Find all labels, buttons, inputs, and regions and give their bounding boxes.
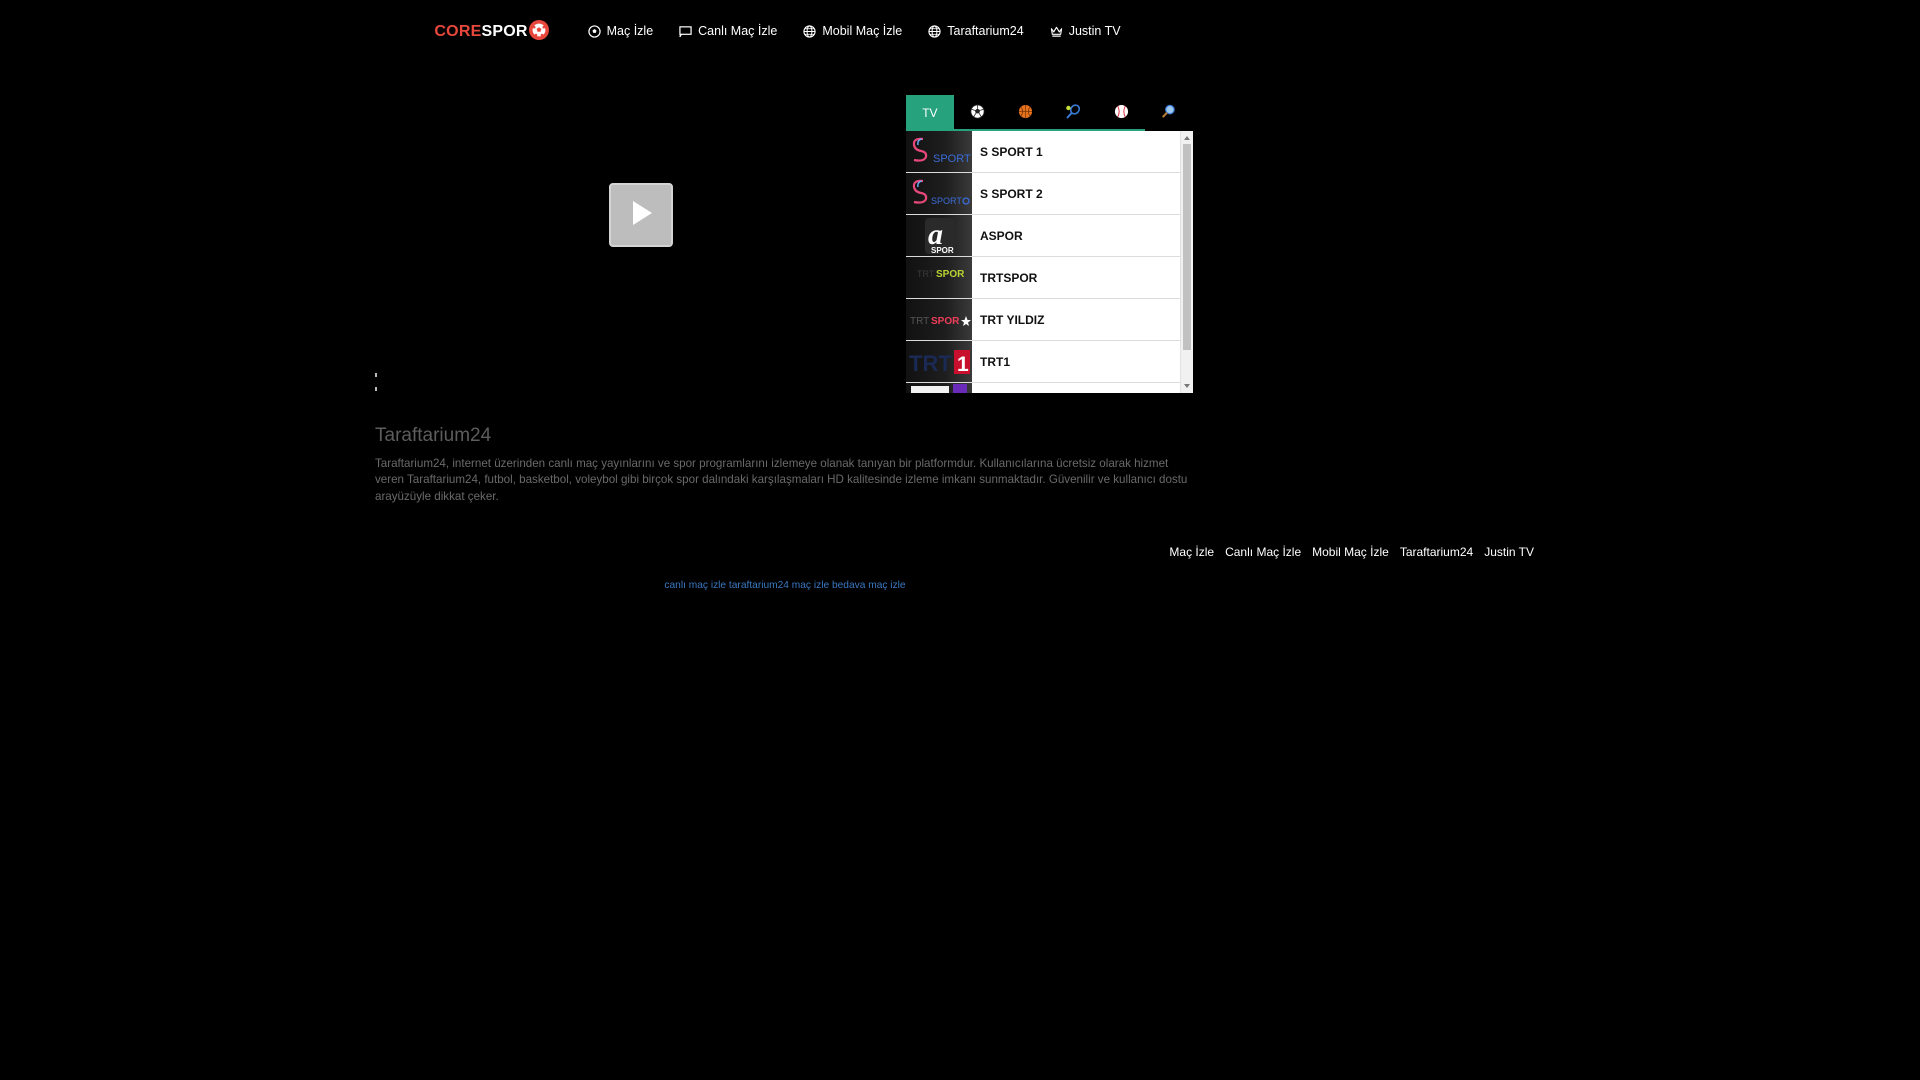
channel-name: ASPOR [980, 228, 1023, 243]
svg-text:TRT: TRT [917, 269, 935, 279]
channel-list[interactable]: SPORT S SPORT 1 SPORT S SPORT 2 a SPOR A… [906, 131, 1180, 393]
tab-tv[interactable]: TV [906, 95, 954, 131]
nav-canli-mac-izle[interactable]: Canlı Maç İzle [679, 24, 777, 38]
s-sport-plus-logo: SPORT [906, 173, 972, 214]
footer-link-taraftarium24[interactable]: Taraftarium24 [1400, 545, 1473, 559]
search-icon [1161, 104, 1176, 122]
svg-text:TRT: TRT [909, 351, 952, 376]
nav-justin-tv[interactable]: Justin TV [1050, 24, 1121, 38]
partial-logo [906, 383, 972, 393]
logo-text-core: CORE [434, 23, 482, 40]
site-logo[interactable]: CORE SPOR [434, 20, 549, 41]
channel-panel: TV SPORT S SPORT 1 SPORT S SPORT 2 a SPO… [906, 95, 1193, 393]
nav-taraftarium24[interactable]: Taraftarium24 [928, 24, 1024, 38]
tennis-icon [1065, 103, 1081, 123]
tab-search[interactable] [1145, 95, 1193, 131]
nav-label: Taraftarium24 [947, 24, 1024, 38]
channel-list-scrollbar[interactable] [1180, 131, 1193, 393]
about-title: Taraftarium24 [375, 425, 492, 446]
video-player[interactable] [375, 95, 905, 393]
svg-text:SPOR: SPOR [931, 316, 960, 327]
a-spor-logo: a SPOR [906, 215, 972, 256]
category-tabs: TV [906, 95, 1193, 131]
play-icon [626, 198, 656, 233]
svg-text:TRT: TRT [910, 316, 929, 327]
tab-football[interactable] [954, 95, 1002, 131]
svg-text:SPORT: SPORT [933, 153, 971, 165]
player-control-mark [375, 387, 377, 391]
nav-label: Maç İzle [606, 24, 654, 38]
channel-name: TRT YILDIZ [980, 312, 1045, 327]
svg-text:1: 1 [957, 353, 969, 376]
trt-spor-yildiz-logo: TRT SPOR [906, 299, 972, 340]
svg-text:SPOR: SPOR [931, 246, 954, 255]
tab-tennis[interactable] [1049, 95, 1097, 131]
footer-nav: Maç İzle Canlı Maç İzle Mobil Maç İzle T… [1169, 545, 1534, 559]
nav-mac-izle[interactable]: Maç İzle [587, 24, 654, 38]
soccer-ball-logo-icon [528, 20, 549, 40]
channel-item-s-sport-1[interactable]: SPORT S SPORT 1 [906, 131, 1180, 173]
about-section: Taraftarium24 Taraftarium24, internet üz… [375, 424, 1190, 505]
crown-icon [1050, 25, 1063, 38]
footer-link-mac-izle[interactable]: Maç İzle [1169, 545, 1214, 559]
nav-mobil-mac-izle[interactable]: Mobil Maç İzle [803, 24, 902, 38]
player-control-mark [375, 373, 377, 377]
footer-link-canli-mac-izle[interactable]: Canlı Maç İzle [1225, 545, 1301, 559]
tab-basketball[interactable] [1002, 95, 1050, 131]
channel-item-trtspor[interactable]: TRT SPOR TRTSPOR [906, 257, 1180, 299]
globe-icon [928, 24, 941, 38]
trt-1-logo: TRT 1 [906, 341, 972, 382]
channel-item-s-sport-2[interactable]: SPORT S SPORT 2 [906, 173, 1180, 215]
soccer-ball-icon [587, 24, 601, 38]
site-header: CORE SPOR Maç İzle Canlı Maç İzle Mobil M [0, 0, 1568, 62]
basketball-icon [1018, 104, 1033, 122]
svg-text:SPORT: SPORT [931, 196, 962, 206]
trt-spor-logo: TRT SPOR [906, 257, 972, 298]
cast-icon [679, 25, 692, 38]
footer-tagline[interactable]: canlı maç izle taraftarium24 maç izle be… [0, 580, 1570, 591]
channel-item-aspor[interactable]: a SPOR ASPOR [906, 215, 1180, 257]
channel-name: TRTSPOR [980, 270, 1038, 285]
nav-label: Justin TV [1068, 24, 1121, 38]
channel-item-trt-yildiz[interactable]: TRT SPOR TRT YILDIZ [906, 299, 1180, 341]
about-text: Taraftarium24, internet üzerinden canlı … [375, 457, 1188, 503]
svg-text:SPOR: SPOR [936, 269, 965, 280]
globe-icon [803, 24, 816, 38]
channel-name: S SPORT 1 [980, 144, 1043, 159]
nav-label: Canlı Maç İzle [698, 24, 778, 38]
baseball-icon [1114, 104, 1129, 122]
channel-name: S SPORT 2 [980, 186, 1043, 201]
s-sport-logo: SPORT [906, 131, 972, 172]
channel-name: TRT1 [980, 354, 1010, 369]
nav-label: Mobil Maç İzle [822, 24, 903, 38]
channel-item-trt1[interactable]: TRT 1 TRT1 [906, 341, 1180, 383]
play-button[interactable] [609, 183, 673, 247]
logo-text-spor: SPOR [481, 23, 528, 40]
footer-link-justin-tv[interactable]: Justin TV [1484, 545, 1534, 559]
tab-baseball[interactable] [1097, 95, 1145, 131]
footer-link-mobil-mac-izle[interactable]: Mobil Maç İzle [1312, 545, 1389, 559]
scroll-up-icon[interactable] [1184, 136, 1190, 140]
scroll-down-icon[interactable] [1184, 384, 1190, 388]
soccer-ball-icon [970, 104, 985, 122]
channel-item-partial[interactable] [906, 383, 1180, 393]
scroll-thumb[interactable] [1183, 144, 1191, 350]
